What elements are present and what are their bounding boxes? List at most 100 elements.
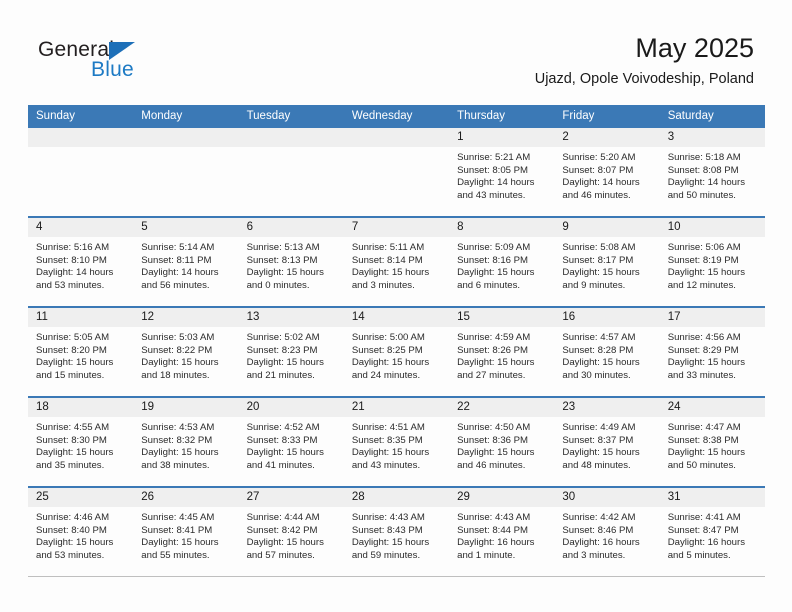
daylight-text-line1: Daylight: 15 hours	[36, 447, 114, 459]
day-number: 13	[238, 308, 344, 327]
daylight-text-line2: and 18 minutes.	[141, 369, 210, 381]
location-subtitle: Ujazd, Opole Voivodeship, Poland	[534, 71, 754, 87]
calendar-day-cell[interactable]: 17 Sunrise: 4:56 AM Sunset: 8:29 PM Dayligh…	[659, 306, 765, 397]
sunset-text: Sunset: 8:35 PM	[351, 434, 423, 446]
calendar-day-cell[interactable]: 15 Sunrise: 4:59 AM Sunset: 8:26 PM Dayligh…	[449, 306, 555, 397]
calendar-day-cell[interactable]: 4 Sunrise: 5:16 AM Sunset: 8:10 PM Daylight…	[28, 216, 134, 307]
day-number: 7	[343, 218, 450, 237]
sunset-text: Sunset: 8:17 PM	[562, 254, 634, 266]
calendar-day-cell[interactable]: 31 Sunrise: 4:41 AM Sunset: 8:47 PM Dayligh…	[659, 486, 765, 577]
sunrise-text: Sunrise: 5:00 AM	[351, 332, 425, 343]
daylight-text-line1: Daylight: 15 hours	[246, 357, 324, 369]
day-number: 12	[133, 308, 239, 327]
sunrise-text: Sunrise: 5:08 AM	[562, 242, 636, 253]
day-cell-inner: 18 Sunrise: 4:55 AM Sunset: 8:30 PM Dayligh…	[28, 398, 134, 486]
calendar-day-cell[interactable]: 2 Sunrise: 5:20 AM Sunset: 8:07 PM Daylight…	[554, 128, 660, 217]
day-cell-details	[344, 147, 449, 152]
calendar-day-cell[interactable]: 7 Sunrise: 5:11 AM Sunset: 8:14 PM Daylight…	[343, 216, 450, 307]
day-cell-details: Sunrise: 5:16 AM Sunset: 8:10 PM Daylight:…	[28, 237, 133, 292]
day-cell-inner: 16 Sunrise: 4:57 AM Sunset: 8:28 PM Dayligh…	[554, 308, 660, 396]
calendar-day-cell[interactable]: 24 Sunrise: 4:47 AM Sunset: 8:38 PM Dayligh…	[659, 396, 765, 487]
daylight-text-line2: and 55 minutes.	[141, 549, 210, 561]
daylight-text-line1: Daylight: 15 hours	[562, 447, 640, 459]
day-cell-details	[28, 147, 133, 152]
calendar-day-cell[interactable]: 21 Sunrise: 4:51 AM Sunset: 8:35 PM Dayligh…	[343, 396, 450, 487]
calendar-day-cell[interactable]: 25 Sunrise: 4:46 AM Sunset: 8:40 PM Dayligh…	[28, 486, 134, 577]
calendar-day-cell-empty	[28, 128, 134, 217]
sunset-text: Sunset: 8:40 PM	[36, 524, 107, 536]
daylight-text-line1: Daylight: 14 hours	[36, 267, 114, 279]
day-cell-inner: 26 Sunrise: 4:45 AM Sunset: 8:41 PM Dayligh…	[133, 488, 239, 576]
day-cell-inner	[343, 128, 450, 216]
day-number: 6	[238, 218, 344, 237]
sunrise-text: Sunrise: 4:45 AM	[141, 512, 215, 523]
calendar-day-cell[interactable]: 9 Sunrise: 5:08 AM Sunset: 8:17 PM Daylight…	[554, 216, 660, 307]
daylight-text-line2: and 53 minutes.	[36, 279, 105, 291]
day-cell-details: Sunrise: 5:18 AM Sunset: 8:08 PM Daylight:…	[660, 147, 765, 202]
page-header: General Blue May 2025 Ujazd, Opole Voivo…	[0, 0, 792, 100]
day-number: 25	[28, 488, 134, 507]
calendar-day-cell[interactable]: 1 Sunrise: 5:21 AM Sunset: 8:05 PM Daylight…	[449, 128, 555, 217]
calendar-day-cell[interactable]: 22 Sunrise: 4:50 AM Sunset: 8:36 PM Dayligh…	[449, 396, 555, 487]
calendar-day-cell[interactable]: 30 Sunrise: 4:42 AM Sunset: 8:46 PM Dayligh…	[554, 486, 660, 577]
calendar-day-cell[interactable]: 5 Sunrise: 5:14 AM Sunset: 8:11 PM Daylight…	[133, 216, 239, 307]
day-cell-inner: 8 Sunrise: 5:09 AM Sunset: 8:16 PM Daylight…	[449, 218, 555, 306]
calendar-day-cell[interactable]: 14 Sunrise: 5:00 AM Sunset: 8:25 PM Dayligh…	[343, 306, 450, 397]
calendar-day-cell[interactable]: 10 Sunrise: 5:06 AM Sunset: 8:19 PM Dayligh…	[659, 216, 765, 307]
daylight-text-line2: and 12 minutes.	[667, 279, 736, 291]
calendar-day-cell[interactable]: 6 Sunrise: 5:13 AM Sunset: 8:13 PM Daylight…	[238, 216, 344, 307]
sunset-text: Sunset: 8:30 PM	[36, 434, 107, 446]
sunset-text: Sunset: 8:47 PM	[667, 524, 739, 536]
calendar-day-cell[interactable]: 11 Sunrise: 5:05 AM Sunset: 8:20 PM Dayligh…	[28, 306, 134, 397]
calendar-day-cell[interactable]: 12 Sunrise: 5:03 AM Sunset: 8:22 PM Dayligh…	[133, 306, 239, 397]
sunrise-text: Sunrise: 5:03 AM	[141, 332, 215, 343]
calendar-day-cell[interactable]: 8 Sunrise: 5:09 AM Sunset: 8:16 PM Daylight…	[449, 216, 555, 307]
sunrise-text: Sunrise: 5:21 AM	[457, 152, 531, 163]
calendar-day-cell[interactable]: 29 Sunrise: 4:43 AM Sunset: 8:44 PM Dayligh…	[449, 486, 555, 577]
day-cell-inner	[238, 128, 344, 216]
day-cell-details: Sunrise: 4:52 AM Sunset: 8:33 PM Daylight:…	[239, 417, 344, 472]
day-cell-inner: 24 Sunrise: 4:47 AM Sunset: 8:38 PM Dayligh…	[659, 398, 765, 486]
daylight-text-line2: and 3 minutes.	[562, 549, 626, 561]
sunrise-text: Sunrise: 4:41 AM	[667, 512, 741, 523]
day-number: 21	[343, 398, 450, 417]
calendar-day-cell[interactable]: 28 Sunrise: 4:43 AM Sunset: 8:43 PM Dayligh…	[343, 486, 450, 577]
day-cell-inner: 22 Sunrise: 4:50 AM Sunset: 8:36 PM Dayligh…	[449, 398, 555, 486]
day-cell-details: Sunrise: 5:03 AM Sunset: 8:22 PM Daylight:…	[133, 327, 238, 382]
calendar-day-cell[interactable]: 27 Sunrise: 4:44 AM Sunset: 8:42 PM Dayligh…	[238, 486, 344, 577]
day-number: 9	[554, 218, 660, 237]
day-cell-details: Sunrise: 4:51 AM Sunset: 8:35 PM Daylight:…	[344, 417, 449, 472]
daylight-text-line1: Daylight: 15 hours	[562, 357, 640, 369]
day-number: 23	[554, 398, 660, 417]
calendar-day-cell[interactable]: 16 Sunrise: 4:57 AM Sunset: 8:28 PM Dayligh…	[554, 306, 660, 397]
daylight-text-line1: Daylight: 15 hours	[351, 267, 430, 279]
day-cell-details: Sunrise: 5:05 AM Sunset: 8:20 PM Daylight:…	[28, 327, 133, 382]
calendar-day-cell[interactable]: 26 Sunrise: 4:45 AM Sunset: 8:41 PM Dayligh…	[133, 486, 239, 577]
page-title: May 2025	[635, 33, 754, 63]
sunrise-text: Sunrise: 4:55 AM	[36, 422, 110, 433]
day-cell-inner: 31 Sunrise: 4:41 AM Sunset: 8:47 PM Dayligh…	[659, 488, 765, 576]
sunset-text: Sunset: 8:46 PM	[562, 524, 634, 536]
daylight-text-line2: and 1 minute.	[457, 549, 516, 561]
day-cell-inner: 11 Sunrise: 5:05 AM Sunset: 8:20 PM Dayligh…	[28, 308, 134, 396]
calendar-day-cell[interactable]: 18 Sunrise: 4:55 AM Sunset: 8:30 PM Dayligh…	[28, 396, 134, 487]
calendar-day-cell[interactable]: 20 Sunrise: 4:52 AM Sunset: 8:33 PM Dayligh…	[238, 396, 344, 487]
daylight-text-line1: Daylight: 15 hours	[562, 267, 640, 279]
weekday-header-wednesday: Wednesday	[343, 105, 450, 128]
day-cell-inner	[133, 128, 239, 216]
daylight-text-line1: Daylight: 15 hours	[351, 447, 430, 459]
day-cell-inner: 15 Sunrise: 4:59 AM Sunset: 8:26 PM Dayligh…	[449, 308, 555, 396]
day-cell-details: Sunrise: 4:47 AM Sunset: 8:38 PM Daylight:…	[660, 417, 765, 472]
sunset-text: Sunset: 8:08 PM	[667, 164, 739, 176]
sunset-text: Sunset: 8:20 PM	[36, 344, 107, 356]
calendar-week-row: 18 Sunrise: 4:55 AM Sunset: 8:30 PM Dayligh…	[28, 396, 765, 487]
calendar-day-cell[interactable]: 13 Sunrise: 5:02 AM Sunset: 8:23 PM Dayligh…	[238, 306, 344, 397]
day-cell-inner: 2 Sunrise: 5:20 AM Sunset: 8:07 PM Daylight…	[554, 128, 660, 216]
sunset-text: Sunset: 8:16 PM	[457, 254, 529, 266]
calendar-day-cell[interactable]: 19 Sunrise: 4:53 AM Sunset: 8:32 PM Dayligh…	[133, 396, 239, 487]
day-cell-inner: 12 Sunrise: 5:03 AM Sunset: 8:22 PM Dayligh…	[133, 308, 239, 396]
daylight-text-line1: Daylight: 15 hours	[457, 357, 535, 369]
calendar-day-cell[interactable]: 3 Sunrise: 5:18 AM Sunset: 8:08 PM Daylight…	[659, 128, 765, 217]
general-blue-logo[interactable]: General Blue	[38, 38, 258, 90]
calendar-day-cell[interactable]: 23 Sunrise: 4:49 AM Sunset: 8:37 PM Dayligh…	[554, 396, 660, 487]
